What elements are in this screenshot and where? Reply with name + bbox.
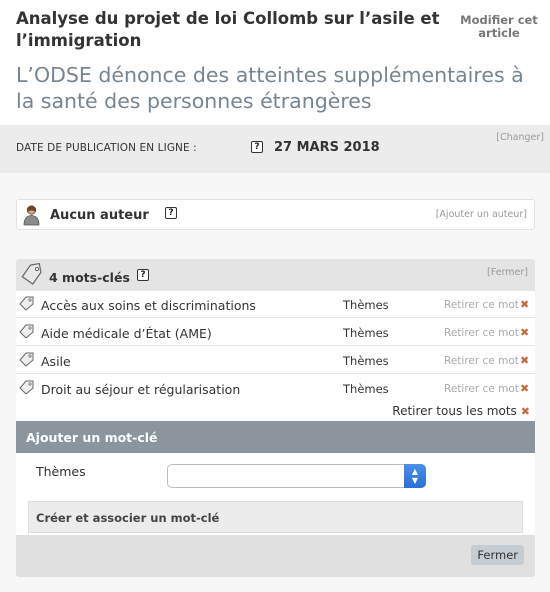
date-value: 27 MARS 2018: [274, 140, 380, 155]
modifier-article-link[interactable]: Modifier cet article: [456, 14, 542, 40]
themes-label: Thèmes: [36, 464, 86, 479]
help-icon[interactable]: ?: [251, 141, 263, 153]
retirer-mot-link[interactable]: Retirer ce mot: [444, 327, 519, 339]
article-surtitre: Analyse du projet de loi Collomb sur l’a…: [16, 9, 440, 50]
help-icon[interactable]: ?: [165, 207, 177, 219]
mot-cle-row: Asile Thèmes Retirer ce mot ✖: [16, 347, 535, 374]
ajouter-mot-cle-header: Ajouter un mot-clé: [16, 421, 535, 453]
date-label: DATE DE PUBLICATION EN LIGNE :: [16, 142, 197, 154]
mot-cle-row: Droit au séjour et régularisation Thèmes…: [16, 375, 535, 402]
tag-icon: [19, 324, 34, 339]
mot-cle-row: Accès aux soins et discriminations Thème…: [16, 291, 535, 318]
mot-cle-groupe: Thèmes: [343, 326, 389, 340]
mot-cle-label[interactable]: Accès aux soins et discriminations: [41, 298, 256, 313]
tag-icon: [19, 380, 34, 395]
retirer-mot-link[interactable]: Retirer ce mot: [444, 355, 519, 367]
article-header: Analyse du projet de loi Collomb sur l’a…: [0, 0, 550, 125]
mot-cle-row: Aide médicale d’État (AME) Thèmes Retire…: [16, 319, 535, 346]
author-icon: [23, 205, 40, 226]
mot-cle-label[interactable]: Aide médicale d’État (AME): [41, 326, 212, 341]
mot-cle-label[interactable]: Droit au séjour et régularisation: [41, 382, 240, 397]
mot-cle-label[interactable]: Asile: [41, 354, 71, 369]
help-icon[interactable]: ?: [137, 269, 149, 281]
tag-icon: [21, 263, 42, 285]
article-title: L’ODSE dénonce des atteintes supplémenta…: [16, 63, 524, 113]
mot-cle-groupe: Thèmes: [343, 298, 389, 312]
creer-mot-cle-section[interactable]: Créer et associer un mot-clé: [28, 501, 523, 533]
mot-cle-groupe: Thèmes: [343, 354, 389, 368]
retirer-mot-link[interactable]: Retirer ce mot: [444, 299, 519, 311]
tag-icon: [19, 352, 34, 367]
fermer-link[interactable]: [Fermer]: [487, 267, 528, 278]
aucun-auteur-label: Aucun auteur: [50, 208, 149, 223]
remove-icon[interactable]: ✖: [520, 326, 529, 339]
date-publication-section: DATE DE PUBLICATION EN LIGNE : ? 27 MARS…: [0, 125, 550, 173]
mots-cles-footer: Fermer: [16, 535, 535, 577]
retirer-mot-link[interactable]: Retirer ce mot: [444, 383, 519, 395]
retirer-tous-link[interactable]: Retirer tous les mots ✖: [392, 404, 530, 418]
creer-mot-cle-label[interactable]: Créer et associer un mot-clé: [36, 511, 219, 525]
ajouter-auteur-link[interactable]: [Ajouter un auteur]: [436, 209, 527, 220]
ajouter-mot-cle-title: Ajouter un mot-clé: [26, 430, 158, 445]
remove-icon[interactable]: ✖: [520, 382, 529, 395]
mot-cle-groupe: Thèmes: [343, 382, 389, 396]
remove-icon[interactable]: ✖: [520, 354, 529, 367]
tag-icon: [19, 296, 34, 311]
retirer-tous-label[interactable]: Retirer tous les mots: [392, 404, 517, 418]
auteurs-section: Aucun auteur ? [Ajouter un auteur]: [16, 199, 535, 230]
mots-cles-section: 4 mots-clés ? [Fermer] Accès aux soins e…: [16, 259, 535, 577]
mots-cles-count: 4 mots-clés: [49, 270, 130, 285]
remove-icon[interactable]: ✖: [521, 405, 530, 418]
select-arrows-icon[interactable]: ▲ ▼: [404, 464, 426, 488]
fermer-button[interactable]: Fermer: [471, 545, 524, 565]
themes-select[interactable]: ▲ ▼: [167, 464, 426, 488]
remove-icon[interactable]: ✖: [520, 298, 529, 311]
changer-date-link[interactable]: [Changer]: [496, 132, 544, 143]
mots-cles-header: 4 mots-clés ? [Fermer]: [16, 259, 535, 291]
